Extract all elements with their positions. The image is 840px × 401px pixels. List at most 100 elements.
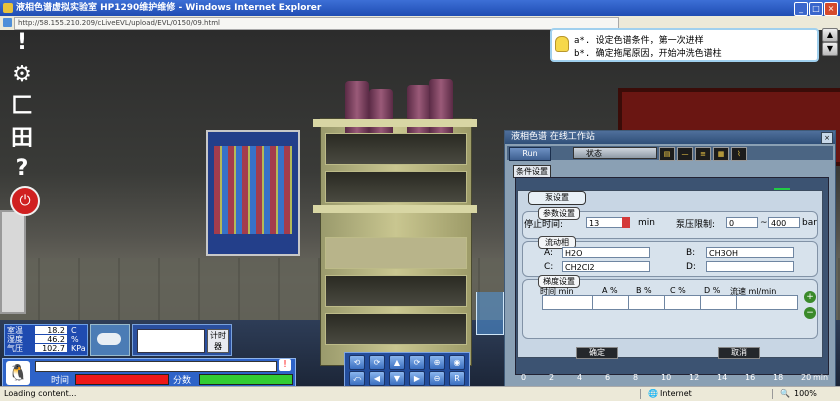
- channel-b-input[interactable]: CH3OH: [706, 247, 794, 258]
- axis-tick-label: 6: [605, 373, 611, 382]
- beaker[interactable]: [476, 292, 504, 335]
- warning-icon[interactable]: !: [279, 359, 291, 371]
- workstation-toolbar: Run 状态 ▤ — ≡ ▦ ⌇: [507, 146, 833, 161]
- zoom-out-icon[interactable]: ⊖: [429, 371, 445, 386]
- move-left-icon[interactable]: ◀: [369, 371, 385, 386]
- folder-icon[interactable]: ▤: [659, 147, 675, 161]
- message-input[interactable]: [35, 361, 277, 372]
- gear-icon[interactable]: ⚙: [8, 62, 36, 88]
- channel-d-input[interactable]: [706, 261, 794, 272]
- temp-label: 室温: [7, 326, 23, 335]
- reset-view-icon[interactable]: R: [449, 371, 465, 386]
- close-button[interactable]: ×: [824, 2, 838, 16]
- chat-hud: 🐧 ! 时间 分数: [2, 358, 296, 388]
- gradient-cell-a[interactable]: [592, 295, 630, 310]
- qq-penguin-icon[interactable]: 🐧: [6, 361, 30, 385]
- gradient-cell-flow[interactable]: [736, 295, 798, 310]
- axis-tick-label: 4: [577, 373, 583, 382]
- internet-zone-icon: 🌐: [648, 389, 658, 398]
- hplc-module-detector[interactable]: [325, 313, 467, 345]
- stop-time-input[interactable]: 13: [586, 217, 626, 228]
- cancel-button[interactable]: 取消: [718, 347, 760, 359]
- rotate-right-icon[interactable]: ⟳: [369, 355, 385, 370]
- pressure-max-input[interactable]: 400: [768, 217, 800, 228]
- stepper-icon[interactable]: [622, 217, 630, 228]
- humidity-unit: %: [71, 335, 79, 344]
- pressure-limit-label: 泵压限制:: [676, 220, 716, 230]
- turn-left-icon[interactable]: ⤺: [349, 371, 365, 386]
- remove-row-icon[interactable]: −: [804, 307, 816, 319]
- score-progress-bar: [199, 374, 293, 385]
- workstation-close-icon[interactable]: ×: [821, 132, 833, 144]
- hplc-instrument[interactable]: [313, 79, 477, 366]
- temp-value: 18.2: [35, 326, 67, 335]
- computer-monitor: [0, 210, 26, 314]
- pressure-value: 102.7: [35, 344, 67, 353]
- confirm-button[interactable]: 确定: [576, 347, 618, 359]
- stats-icon[interactable]: 匚: [8, 94, 36, 120]
- run-button[interactable]: Run: [509, 147, 551, 161]
- security-zone: Internet: [660, 389, 692, 398]
- gradient-col-c: C %: [670, 286, 686, 295]
- grid-icon[interactable]: 田: [8, 126, 36, 152]
- hplc-module-degasser[interactable]: [325, 133, 467, 165]
- stop-time-label: 停止时间:: [524, 220, 564, 230]
- axis-tick-label: 18: [773, 373, 784, 382]
- rotate-left-icon[interactable]: ⟲: [349, 355, 365, 370]
- gradient-cell-b[interactable]: [628, 295, 666, 310]
- window-title: 液相色谱虚拟实验室 HP1290维护维修 - Windows Internet …: [16, 3, 322, 13]
- pump-settings-dialog: 泵设置 参数设置 停止时间: 13 min 泵压限制: 0 ~ 400 bar …: [517, 190, 823, 359]
- channel-d-label: D:: [686, 262, 696, 272]
- loading-status: Loading content...: [4, 389, 77, 398]
- move-right-icon[interactable]: ▶: [409, 371, 425, 386]
- zoom-level[interactable]: 100%: [794, 387, 817, 401]
- move-up-icon[interactable]: ▲: [389, 355, 405, 370]
- power-icon[interactable]: ⏻: [10, 186, 40, 216]
- channel-a-input[interactable]: H2O: [562, 247, 650, 258]
- channel-c-input[interactable]: CH2Cl2: [562, 261, 650, 272]
- humidity-label: 湿度: [7, 335, 23, 344]
- gradient-cell-time[interactable]: [542, 295, 594, 310]
- maximize-button[interactable]: □: [809, 2, 823, 16]
- refresh-icon[interactable]: ⟳: [409, 355, 425, 370]
- zoom-in-icon[interactable]: ⊕: [429, 355, 445, 370]
- axis-tick-label: 2: [549, 373, 555, 382]
- zoom-icon[interactable]: 🔍: [780, 387, 790, 401]
- page-icon: [3, 18, 12, 27]
- axis-tick-label: 0: [521, 373, 527, 382]
- weather-icon: [90, 324, 130, 356]
- eye-icon[interactable]: ◉: [449, 355, 465, 370]
- stop-time-unit: min: [638, 218, 655, 228]
- chromatogram-icon[interactable]: ⌇: [731, 147, 747, 161]
- nav-down-icon[interactable]: ▼: [822, 42, 838, 56]
- time-axis: 0 2 4 6 8 10 12 14 16 18 20 min: [521, 373, 831, 383]
- gradient-cell-c[interactable]: [664, 295, 702, 310]
- axis-tick-label: 20: [801, 373, 812, 382]
- gradient-col-d: D %: [704, 286, 721, 295]
- address-field[interactable]: http://58.155.210.209/cLiveEVL/upload/EV…: [14, 17, 619, 30]
- red-line-icon[interactable]: —: [677, 147, 693, 161]
- alert-icon[interactable]: !: [8, 30, 36, 56]
- hplc-module-column[interactable]: [325, 275, 467, 307]
- add-row-icon[interactable]: +: [804, 291, 816, 303]
- axis-tick-label: 8: [633, 373, 639, 382]
- axis-tick-label: 16: [745, 373, 756, 382]
- timer-button[interactable]: 计时器: [207, 329, 229, 353]
- hint-box: a*. 设定色谱条件，第一次进样 b*. 确定拖尾原因，开始冲洗色谱柱: [550, 28, 819, 62]
- channel-a-label: A:: [544, 248, 554, 258]
- minimize-button[interactable]: _: [794, 2, 808, 16]
- move-down-icon[interactable]: ▼: [389, 371, 405, 386]
- time-progress-bar: [75, 374, 169, 385]
- periodic-table-poster: [206, 130, 300, 256]
- list-icon[interactable]: ≡: [695, 147, 711, 161]
- nav-up-icon[interactable]: ▲: [822, 28, 838, 42]
- channel-b-label: B:: [686, 248, 696, 258]
- temp-unit: C: [71, 326, 77, 335]
- hplc-module-autosampler[interactable]: [325, 237, 467, 269]
- status-dropdown[interactable]: 状态: [573, 147, 657, 159]
- pressure-min-input[interactable]: 0: [726, 217, 758, 228]
- hplc-module-pump[interactable]: [325, 171, 467, 203]
- gradient-cell-d[interactable]: [700, 295, 738, 310]
- report-icon[interactable]: ▦: [713, 147, 729, 161]
- help-icon[interactable]: ?: [8, 156, 36, 182]
